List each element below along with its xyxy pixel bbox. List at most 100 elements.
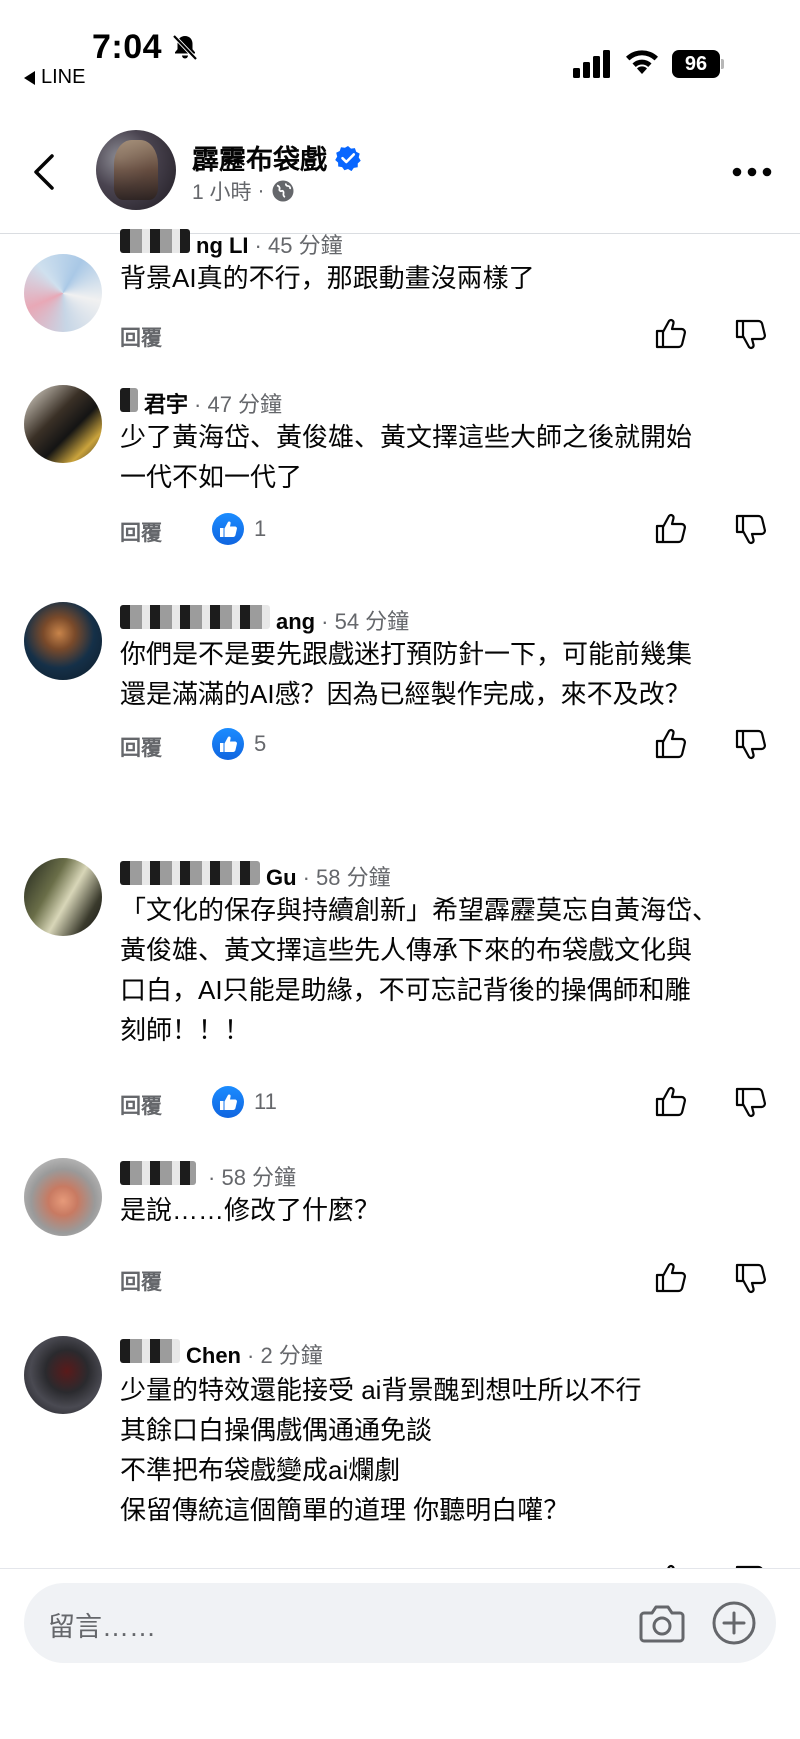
bell-slash-icon	[172, 34, 198, 61]
battery-level: 96	[672, 50, 720, 78]
comment-line: 一代不如一代了	[120, 462, 303, 492]
like-badge-icon	[212, 728, 244, 760]
thumbs-down-icon[interactable]	[734, 513, 768, 547]
comment-header: ng LI · 45 分鐘	[120, 228, 343, 260]
status-time: 7:04	[92, 28, 163, 66]
comment-text: 少了黃海岱、黃俊雄、黃文擇這些大師之後就開始 一代不如一代了	[120, 417, 780, 497]
like-count-value: 5	[254, 731, 267, 756]
thumbs-down-icon[interactable]	[734, 1086, 768, 1120]
comment-time: · 47 分鐘	[194, 392, 283, 417]
like-count[interactable]: 5	[212, 728, 266, 760]
reply-button[interactable]: 回覆	[120, 732, 162, 762]
commenter-name[interactable]: Chen	[186, 1343, 241, 1369]
like-count[interactable]: 11	[212, 1086, 277, 1118]
comment-composer-bar: 留言……	[0, 1568, 800, 1739]
post-header: 霹靂布袋戲 1 小時 ·	[0, 110, 800, 234]
like-count[interactable]: 1	[212, 513, 266, 545]
thumbs-up-icon[interactable]	[654, 726, 688, 760]
comment-line: 還是滿滿的AI感？因為已經製作完成，來不及改？	[120, 679, 691, 709]
verified-icon	[335, 145, 361, 171]
commenter-avatar[interactable]	[24, 1158, 102, 1236]
signal-icon	[573, 50, 610, 78]
meta-separator: ·	[257, 179, 265, 202]
globe-icon	[272, 180, 294, 202]
comment-header: Chen · 2 分鐘	[120, 1338, 323, 1370]
comment-line: 「文化的保存與持續創新」希望霹靂莫忘自黃海岱、	[120, 895, 719, 925]
blurred-name	[120, 229, 190, 253]
comment-time-value: 58 分鐘	[221, 1165, 297, 1190]
thumbs-down-icon[interactable]	[734, 318, 768, 352]
commenter-avatar[interactable]	[24, 254, 102, 332]
comment-line: 其餘口白操偶戲偶通通免談	[120, 1415, 433, 1445]
post-time: 1 小時	[192, 181, 252, 204]
comment-input-placeholder: 留言……	[48, 1612, 156, 1642]
comment-actions: 回覆 11	[120, 1084, 780, 1124]
comment-header: Gu · 58 分鐘	[120, 860, 391, 892]
back-triangle-icon	[24, 70, 35, 85]
comment-text: 少量的特效還能接受 ai背景醜到想吐所以不行 其餘口白操偶戲偶通通免談 不準把布…	[120, 1370, 780, 1530]
reply-button[interactable]: 回覆	[120, 322, 162, 352]
reply-button[interactable]: 回覆	[120, 517, 162, 547]
blurred-name	[120, 861, 260, 885]
battery-icon: 96	[672, 50, 724, 78]
like-count-value: 11	[254, 1089, 277, 1114]
page-name-row[interactable]: 霹靂布袋戲	[192, 138, 361, 177]
thumbs-up-icon[interactable]	[654, 316, 688, 350]
chevron-left-icon[interactable]	[30, 152, 60, 192]
comment-header: · 58 分鐘	[120, 1160, 296, 1192]
comment-time-value: 54 分鐘	[334, 609, 410, 634]
blurred-name	[120, 1161, 196, 1185]
like-badge-icon	[212, 1086, 244, 1118]
back-to-app-link[interactable]: LINE	[24, 66, 85, 89]
comment-text: 「文化的保存與持續創新」希望霹靂莫忘自黃海岱、 黃俊雄、黃文擇這些先人傳承下來的…	[120, 890, 780, 1050]
commenter-name[interactable]: Gu	[266, 865, 297, 891]
back-app-label: LINE	[41, 66, 86, 88]
comment-line: 是說……修改了什麼？	[120, 1195, 381, 1225]
reply-button[interactable]: 回覆	[120, 1266, 162, 1296]
thumbs-down-icon[interactable]	[734, 1262, 768, 1296]
comment-input[interactable]: 留言……	[24, 1583, 776, 1663]
commenter-avatar[interactable]	[24, 385, 102, 463]
blurred-name	[120, 388, 138, 412]
thumbs-up-icon[interactable]	[654, 1260, 688, 1294]
comment-actions: 回覆	[120, 1260, 780, 1300]
comment-actions: 回覆 1	[120, 511, 780, 551]
status-bar: 7:04 LINE 96	[0, 0, 800, 100]
comment-line: 少量的特效還能接受 ai背景醜到想吐所以不行	[120, 1375, 642, 1405]
thumbs-up-icon[interactable]	[654, 1084, 688, 1118]
reply-button[interactable]: 回覆	[120, 1090, 162, 1120]
comment-actions: 回覆 5	[120, 726, 780, 766]
comment-time-value: 2 分鐘	[260, 1343, 323, 1368]
like-count-value: 1	[254, 516, 267, 541]
blurred-name	[120, 1339, 180, 1363]
comment-time-value: 45 分鐘	[268, 233, 343, 258]
page-name[interactable]: 霹靂布袋戲	[192, 138, 327, 177]
thumbs-down-icon[interactable]	[734, 728, 768, 762]
comment-time: · 54 分鐘	[321, 609, 410, 634]
comment-time: · 58 分鐘	[208, 1165, 297, 1190]
more-icon[interactable]	[732, 166, 772, 178]
page-avatar[interactable]	[96, 130, 176, 210]
comment-header: ang · 54 分鐘	[120, 604, 409, 636]
commenter-avatar[interactable]	[24, 1336, 102, 1414]
camera-icon[interactable]	[638, 1601, 686, 1645]
commenter-name[interactable]: ng LI	[196, 233, 249, 259]
commenter-avatar[interactable]	[24, 858, 102, 936]
comment-time: · 58 分鐘	[302, 865, 391, 890]
post-meta: 1 小時 ·	[192, 176, 295, 206]
plus-circle-icon[interactable]	[710, 1599, 758, 1647]
comment-line: 口白，AI只能是助緣，不可忘記背後的操偶師和雕	[120, 975, 691, 1005]
comment-text: 是說……修改了什麼？	[120, 1190, 780, 1230]
comment-line: 保留傳統這個簡單的道理 你聽明白嚾？	[120, 1495, 570, 1525]
comment-text: 背景AI真的不行，那跟動畫沒兩樣了	[120, 258, 780, 298]
thumbs-up-icon[interactable]	[654, 511, 688, 545]
commenter-name[interactable]: 君宇	[144, 387, 188, 419]
blurred-name	[120, 605, 270, 629]
comment-line: 黃俊雄、黃文擇這些先人傳承下來的布袋戲文化與	[120, 935, 693, 965]
commenter-name[interactable]: ang	[276, 609, 315, 635]
comment-text: 你們是不是要先跟戲迷打預防針一下，可能前幾集 還是滿滿的AI感？因為已經製作完成…	[120, 634, 780, 714]
wifi-icon	[626, 50, 658, 74]
commenter-avatar[interactable]	[24, 602, 102, 680]
comment-time-value: 47 分鐘	[207, 392, 283, 417]
comment-time: · 2 分鐘	[247, 1343, 323, 1368]
